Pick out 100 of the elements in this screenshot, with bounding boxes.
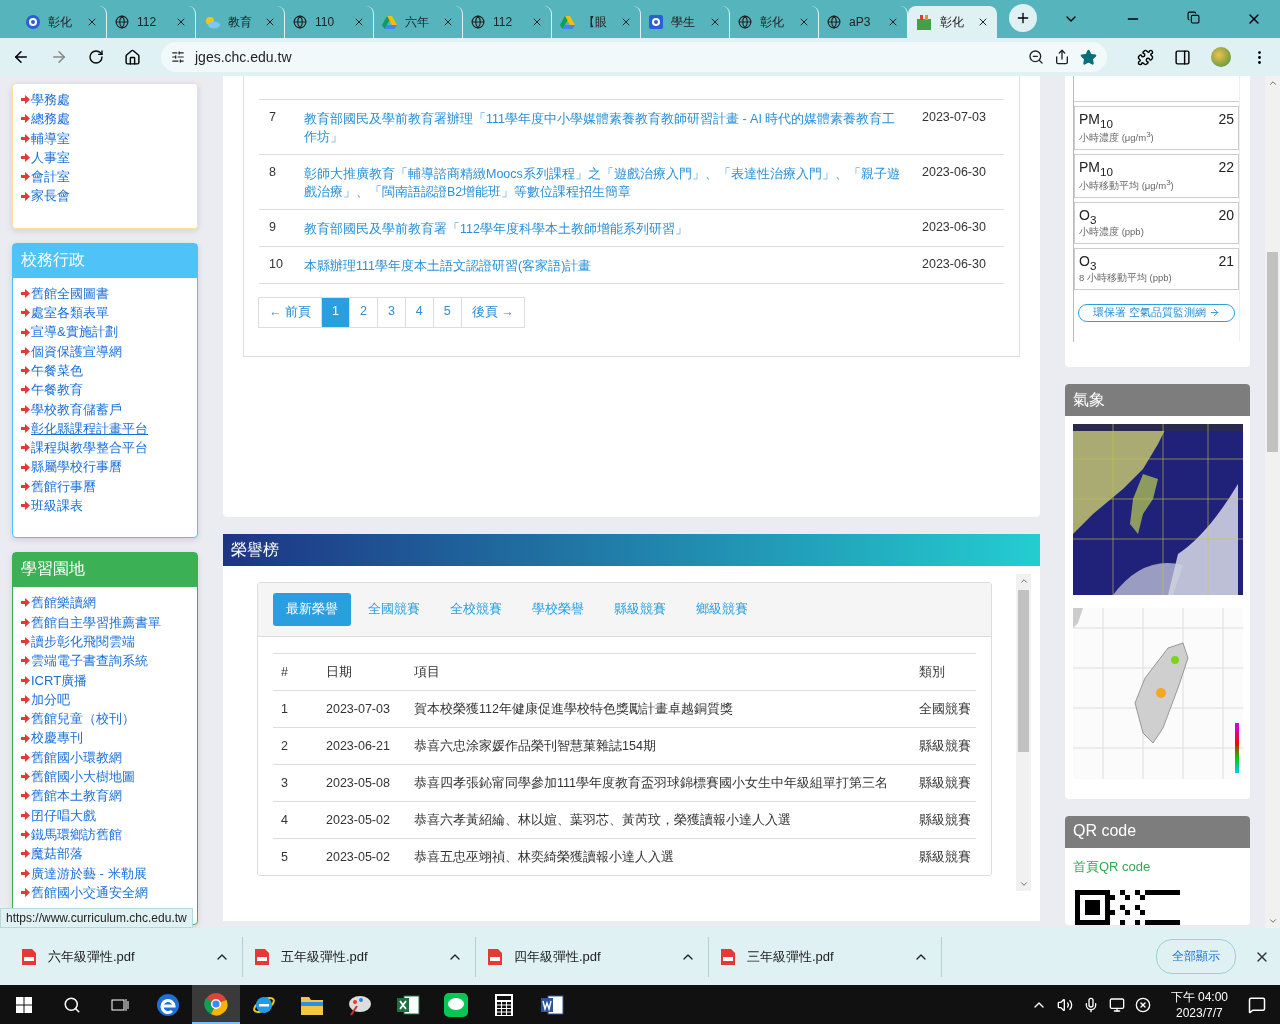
news-link[interactable]: 彰師大推廣教育「輔導諮商精緻Moocs系列課程」之「遊戲治療入門」、「表達性治療入門」、「親子遊戲治療」、「閩南語認證B2增能班」等數位課程招生簡章 [304,165,922,201]
address-field[interactable]: jges.chc.edu.tw [161,42,1107,72]
sidebar-link[interactable]: 縣屬學校行事曆 [21,457,189,477]
network-icon[interactable] [1108,996,1125,1013]
scrollbar-thumb[interactable] [1267,252,1278,452]
star-icon[interactable] [1080,48,1097,66]
honors-tab[interactable]: 最新榮譽 [273,593,351,626]
scroll-down-icon[interactable] [1018,879,1029,889]
close-icon[interactable] [531,16,543,28]
chrome-icon[interactable] [204,991,228,1016]
sidebar-link[interactable]: 人事室 [21,147,189,168]
close-icon[interactable] [175,16,187,28]
next-page-button[interactable]: 後頁 → [460,297,525,328]
sidebar-link[interactable]: 校慶專刊 [21,728,189,748]
sidebar-link[interactable]: 舊館國小大樹地圖 [21,767,189,787]
news-link[interactable]: 教育部國民及學前教育署「112學年度科學本土教師增能系列研習」 [304,220,922,238]
browser-tab[interactable]: 彰化 [908,6,997,38]
news-link[interactable]: 教育部國民及學前教育署辦理「111學年度中小學媒體素養教育教師研習計畫 - AI 時代的媒體素養教育工作坊」 [304,110,922,146]
sidebar-link[interactable]: 讀步彰化飛閱雲端 [21,631,189,652]
chat-app-icon[interactable] [444,992,468,1017]
sidebar-link[interactable]: 輔導室 [21,128,189,148]
side-panel-icon[interactable] [1174,48,1191,66]
sidebar-link[interactable]: 舊館國小環教網 [21,747,189,767]
page-scrollbar[interactable] [1265,76,1280,928]
speaker-icon[interactable] [1056,996,1073,1013]
sidebar-link[interactable]: 舊館全國圖書 [21,283,189,304]
close-icon[interactable] [442,16,454,28]
scrollbar-thumb[interactable] [1018,590,1029,752]
scroll-up-icon[interactable] [1018,576,1029,586]
sidebar-link[interactable]: 班級課表 [21,496,189,516]
page-button[interactable]: 3 [376,297,406,328]
sidebar-link[interactable]: 會計室 [21,167,189,187]
sidebar-link[interactable]: 總務處 [21,109,189,129]
close-icon[interactable] [353,16,365,28]
close-icon[interactable] [709,16,721,28]
close-icon[interactable] [264,16,276,28]
sidebar-link[interactable]: 個資保護宣導網 [21,341,189,361]
sidebar-link[interactable]: 舊館兒童（校刊） [21,709,189,729]
scroll-down-icon[interactable] [1267,916,1278,926]
sidebar-link[interactable]: 舊館本土教育網 [21,786,189,806]
notification-icon[interactable] [1248,995,1266,1014]
task-view-icon[interactable] [111,996,129,1013]
sidebar-link[interactable]: 囝仔唱大戲 [21,805,189,825]
extensions-icon[interactable] [1137,48,1154,66]
qr-link[interactable]: 首頁QR code [1073,857,1242,876]
sidebar-link[interactable]: 彰化縣課程計畫平台 [21,418,189,439]
excel-icon[interactable] [396,993,420,1016]
clock[interactable]: 下午 04:00 2023/7/7 [1160,988,1238,1021]
news-link[interactable]: 本縣辦理111學年度本土語文認證研習(客家語)計畫 [304,257,922,275]
sidebar-link[interactable]: 加分吧 [21,689,189,710]
previous-page-button[interactable]: ← 前頁 [258,297,322,328]
sidebar-link[interactable]: ICRT廣播 [21,670,189,690]
sidebar-link[interactable]: 午餐菜色 [21,360,189,381]
sidebar-link[interactable]: 廣達游於藝 - 米勒展 [21,863,189,883]
sidebar-link[interactable]: 雲端電子書查詢系統 [21,651,189,671]
back-icon[interactable] [12,48,30,66]
calculator-icon[interactable] [494,992,514,1017]
scrollbar[interactable] [1016,574,1031,891]
close-icon[interactable] [887,16,899,28]
forward-icon[interactable] [50,48,68,66]
download-item[interactable]: 六年級彈性.pdf [10,936,243,977]
honors-tab[interactable]: 學校榮譽 [519,593,597,626]
honors-tab[interactable]: 全國競賽 [355,593,433,626]
new-tab-button[interactable] [1009,3,1037,32]
close-icon[interactable] [798,16,810,28]
close-icon[interactable] [977,16,989,28]
sidebar-link[interactable]: 舊館國小交通安全網 [21,882,189,903]
download-item[interactable]: 四年級彈性.pdf [476,936,709,977]
edge-icon[interactable] [156,992,180,1017]
scroll-up-icon[interactable] [1267,78,1278,88]
site-info-icon[interactable] [171,50,185,64]
close-icon[interactable] [620,16,632,28]
sidebar-link[interactable]: 鐵馬環鄉訪舊館 [21,824,189,845]
download-item[interactable]: 三年級彈性.pdf [709,936,942,977]
sidebar-link[interactable]: 舊館自主學習推薦書單 [21,612,189,632]
download-item[interactable]: 五年級彈性.pdf [243,936,476,977]
sidebar-link[interactable]: 魔菇部落 [21,844,189,864]
error-icon[interactable] [1134,996,1151,1013]
sidebar-link[interactable]: 處室各類表單 [21,303,189,323]
honors-tab[interactable]: 鄉級競賽 [683,593,761,626]
page-button[interactable]: 2 [348,297,378,328]
home-icon[interactable] [124,48,141,66]
share-icon[interactable] [1054,49,1070,65]
sidebar-link[interactable]: 舊館樂讀網 [21,593,189,613]
sidebar-link[interactable]: 午餐教育 [21,380,189,400]
reload-icon[interactable] [88,49,104,65]
close-icon[interactable] [86,16,98,28]
sidebar-link[interactable]: 家長會 [21,186,189,206]
sidebar-link[interactable]: 學校教育儲蓄戶 [21,399,189,419]
page-button[interactable]: 4 [404,297,434,328]
search-icon[interactable] [63,995,81,1014]
zoom-out-icon[interactable] [1028,49,1044,65]
page-button[interactable]: 5 [432,297,462,328]
sidebar-link[interactable]: 宣導&實施計劃 [21,322,189,342]
show-all-button[interactable]: 全部顯示 [1156,939,1236,974]
sidebar-link[interactable]: 舊館行事曆 [21,476,189,497]
sidebar-link[interactable]: 課程與教學整合平台 [21,438,189,458]
windows-icon[interactable] [16,996,32,1013]
page-button[interactable]: 1 [321,297,350,328]
sidebar-link[interactable]: 學務處 [21,90,189,110]
